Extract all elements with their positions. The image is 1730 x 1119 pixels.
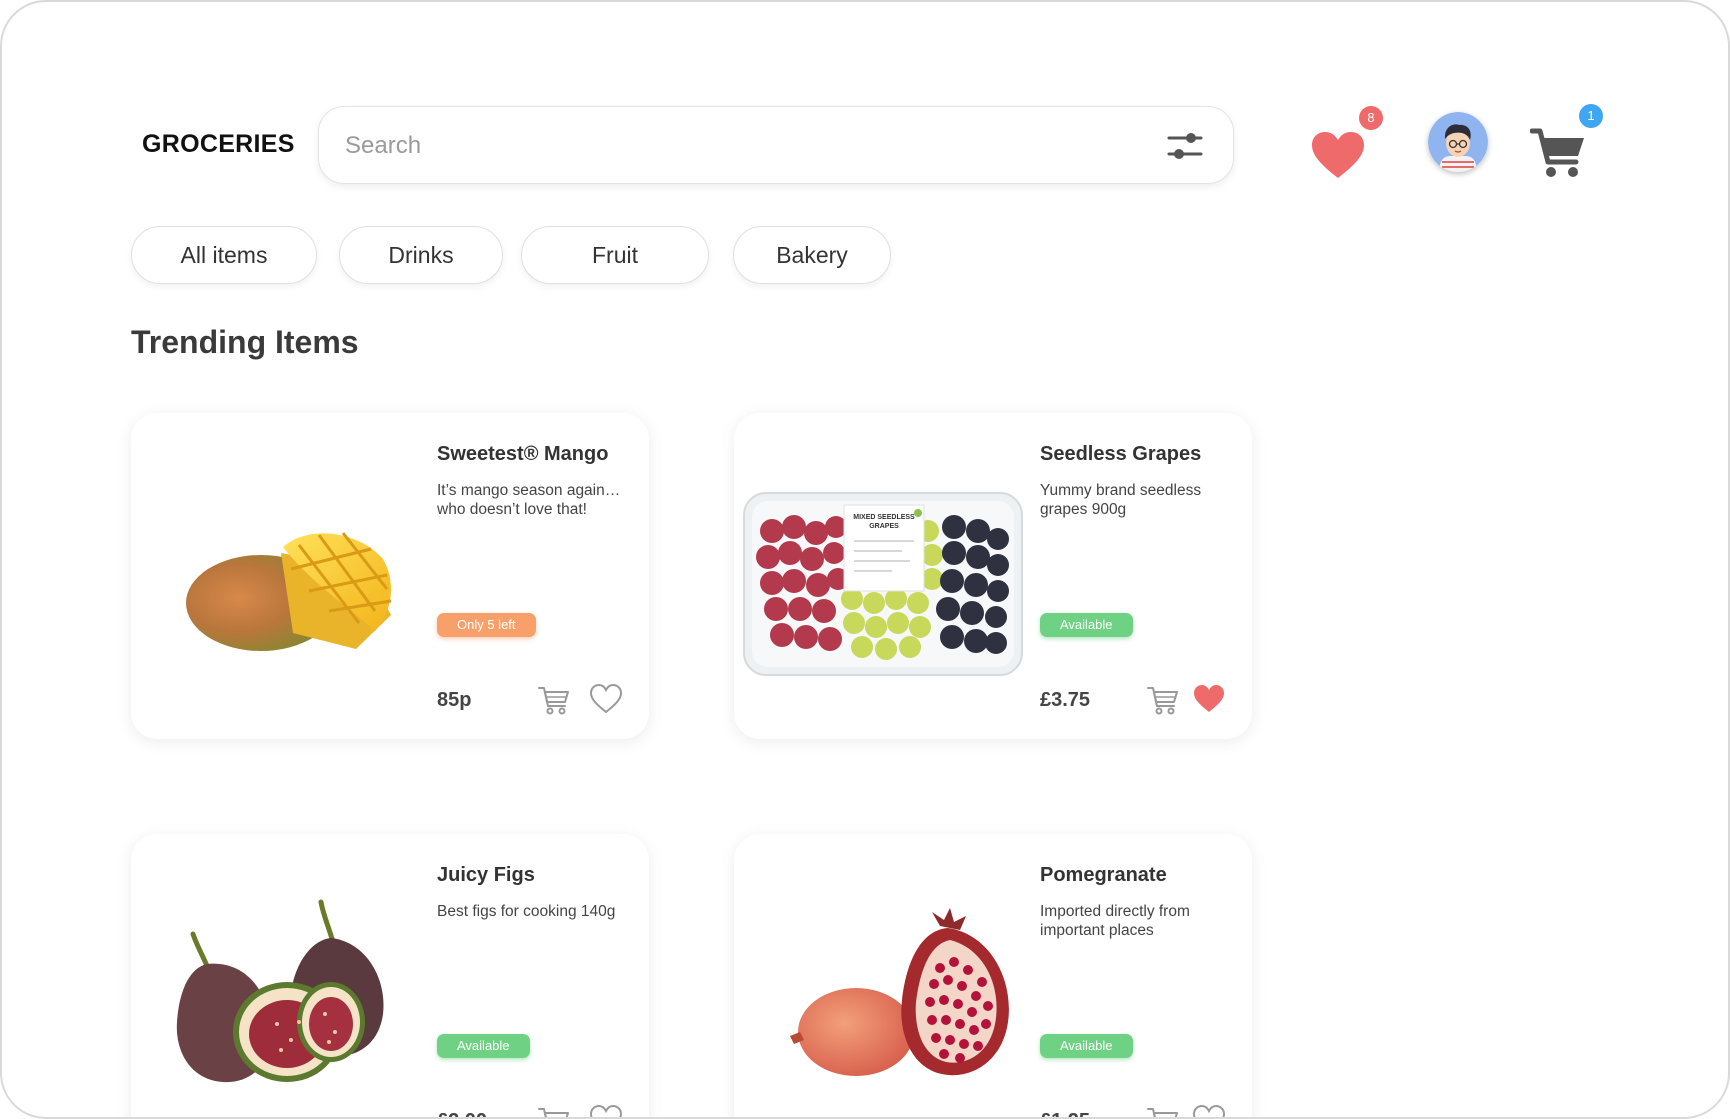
app-window: GROCERIES 8 xyxy=(0,0,1730,1119)
product-name: Sweetest® Mango xyxy=(437,443,609,465)
grape-package-label-line2: GRAPES xyxy=(869,523,899,530)
grapes-image: MIXED SEEDLESS GRAPES xyxy=(742,491,1024,677)
add-to-cart-icon[interactable] xyxy=(537,685,571,715)
favorite-heart-outline-icon[interactable] xyxy=(589,1104,623,1117)
stock-status-badge: Available xyxy=(1040,1034,1133,1058)
pomegranate-image xyxy=(764,904,1024,1104)
add-to-cart-icon[interactable] xyxy=(1146,1106,1180,1117)
category-chip-fruit[interactable]: Fruit xyxy=(521,226,709,284)
favorite-heart-outline-icon[interactable] xyxy=(589,683,623,715)
add-to-cart-icon[interactable] xyxy=(1146,685,1180,715)
cart-count-badge: 1 xyxy=(1579,104,1603,128)
search-bar xyxy=(318,106,1234,184)
stock-status-badge: Available xyxy=(437,1034,530,1058)
cart-icon[interactable] xyxy=(1529,126,1588,180)
product-name: Pomegranate xyxy=(1040,864,1167,886)
brand-title: GROCERIES xyxy=(142,130,295,158)
product-price: £2.00 xyxy=(437,1110,487,1117)
product-card-mango[interactable]: Sweetest® Mango It’s mango season again…… xyxy=(131,413,649,739)
product-price: £3.75 xyxy=(1040,689,1091,711)
favorites-count-badge: 8 xyxy=(1359,106,1383,130)
product-description: Yummy brand seedless grapes 900g xyxy=(1040,482,1202,518)
product-name: Juicy Figs xyxy=(437,864,535,886)
product-card-figs[interactable]: Juicy Figs Best figs for cooking 140g Av… xyxy=(131,834,649,1117)
favorite-heart-outline-icon[interactable] xyxy=(1192,1104,1226,1117)
user-avatar[interactable] xyxy=(1428,112,1488,172)
product-price: £1.25 xyxy=(1040,1110,1090,1117)
figs-image xyxy=(161,894,421,1094)
search-input[interactable] xyxy=(343,123,1127,169)
stock-status-badge: Available xyxy=(1040,613,1133,637)
product-description: Imported directly from important places xyxy=(1040,903,1190,939)
product-card-pomegranate[interactable]: Pomegranate Imported directly from impor… xyxy=(734,834,1252,1117)
stock-status-badge: Only 5 left xyxy=(437,613,536,637)
product-price: 85p xyxy=(437,689,472,711)
category-chip-bakery[interactable]: Bakery xyxy=(733,226,891,284)
product-name: Seedless Grapes xyxy=(1040,443,1202,465)
product-description: It’s mango season again… who doesn’t lov… xyxy=(437,482,621,518)
favorite-heart-filled-icon[interactable] xyxy=(1192,683,1226,715)
add-to-cart-icon[interactable] xyxy=(537,1106,571,1117)
grape-package-label-line1: MIXED SEEDLESS xyxy=(853,514,915,521)
product-description: Best figs for cooking 140g xyxy=(437,903,616,920)
section-title: Trending Items xyxy=(131,324,359,360)
product-card-grapes[interactable]: MIXED SEEDLESS GRAPES Seedless Grapes Yu… xyxy=(734,413,1252,739)
filter-sliders-icon[interactable] xyxy=(1165,127,1205,165)
category-chip-drinks[interactable]: Drinks xyxy=(339,226,503,284)
favorites-heart-icon[interactable] xyxy=(1310,130,1366,180)
mango-image xyxy=(161,483,421,683)
category-chip-all-items[interactable]: All items xyxy=(131,226,317,284)
